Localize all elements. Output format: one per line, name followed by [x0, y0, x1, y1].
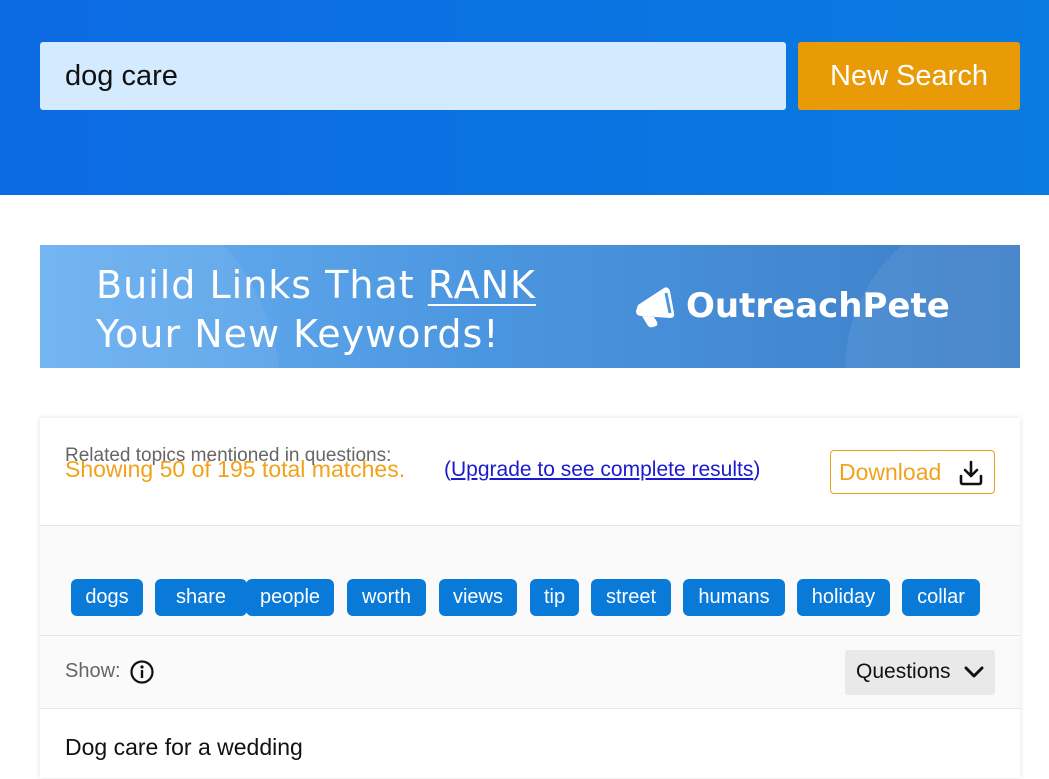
upgrade-paren-open: ( — [444, 458, 451, 481]
megaphone-icon — [636, 287, 675, 328]
outreachpete-logo: OutreachPete — [632, 283, 950, 329]
results-summary: Showing 50 of 195 total matches. (Upgrad… — [40, 418, 1020, 526]
topic-chip-collar[interactable]: collar — [902, 579, 980, 616]
show-type-selected: Questions — [856, 660, 951, 683]
banner-rank: RANK — [427, 263, 536, 307]
upgrade-link-text: Upgrade to see complete results — [451, 458, 754, 481]
download-button[interactable]: Download — [830, 450, 995, 494]
show-label: Show: — [65, 660, 121, 682]
banner-headline: Build Links That RANK Your New Keywords! — [96, 261, 536, 359]
banner-line2: Your New Keywords! — [96, 312, 500, 356]
topic-chip-dogs[interactable]: dogs — [71, 579, 143, 616]
show-type-select[interactable]: Questions — [845, 650, 995, 695]
topic-chip-tip[interactable]: tip — [530, 579, 579, 616]
topic-chip-people[interactable]: people — [246, 579, 334, 616]
topic-chip-humans[interactable]: humans — [683, 579, 785, 616]
topic-chip-share[interactable]: share — [155, 579, 247, 616]
search-header: New Search — [0, 0, 1049, 195]
banner-line1: Build Links That — [96, 263, 428, 307]
topic-chip-street[interactable]: street — [591, 579, 671, 616]
related-topics-label: Related topics mentioned in questions: — [65, 445, 392, 466]
topic-chip-holiday[interactable]: holiday — [797, 579, 890, 616]
results-card: Showing 50 of 195 total matches. (Upgrad… — [40, 418, 1020, 778]
upgrade-paren-close: ) — [753, 458, 761, 481]
logo-text: OutreachPete — [686, 286, 950, 326]
download-icon — [959, 460, 983, 486]
ad-banner[interactable]: Build Links That RANK Your New Keywords!… — [40, 245, 1020, 368]
download-label: Download — [839, 458, 942, 485]
topic-chip-worth[interactable]: worth — [347, 579, 426, 616]
question-title[interactable]: Dog care for a wedding — [65, 734, 303, 761]
info-icon[interactable] — [129, 659, 155, 685]
upgrade-link[interactable]: (Upgrade to see complete results) — [444, 458, 760, 482]
new-search-button[interactable]: New Search — [798, 42, 1020, 110]
chevron-down-icon — [964, 666, 984, 678]
search-input[interactable] — [40, 42, 786, 110]
topic-chip-views[interactable]: views — [439, 579, 517, 616]
